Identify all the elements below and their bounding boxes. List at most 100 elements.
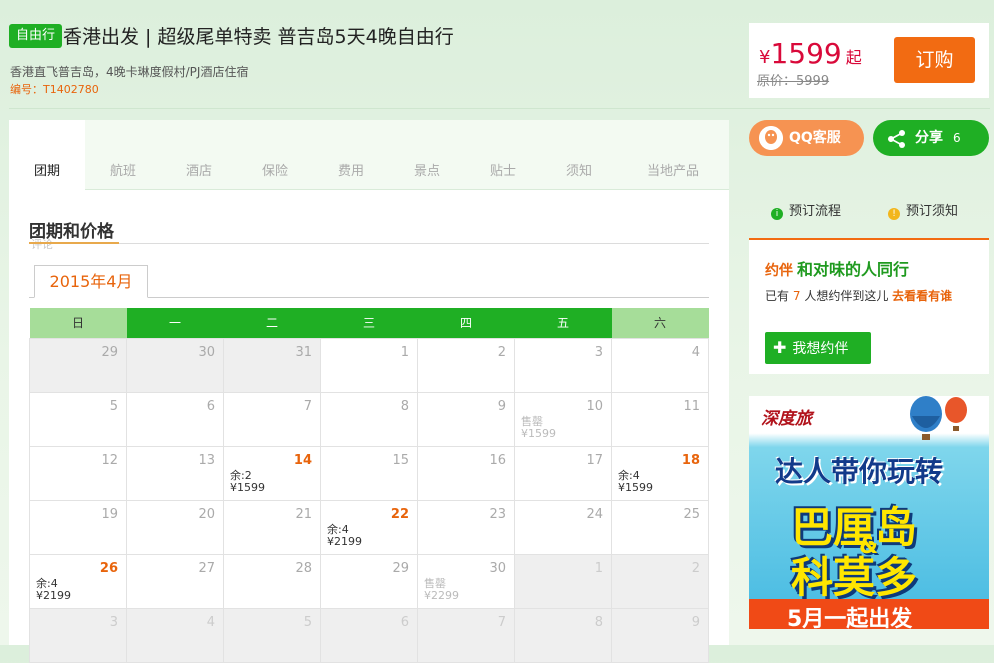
day-number: 1 bbox=[594, 560, 603, 576]
ad-logo: 深度旅 bbox=[761, 409, 812, 429]
price-box: ¥1599 起 原价：5999 订购 bbox=[749, 23, 989, 98]
tab-2[interactable]: 酒店 bbox=[161, 120, 237, 190]
calendar-day: 9 bbox=[611, 607, 709, 663]
calendar-day: 5 bbox=[223, 607, 321, 663]
day-number: 26 bbox=[99, 560, 118, 576]
book-button[interactable]: 订购 bbox=[894, 37, 975, 83]
day-number: 22 bbox=[390, 506, 409, 522]
companion-title: 约伴 和对味的人同行 bbox=[765, 256, 909, 280]
calendar-week: 5 6 7 8 9 10 售罄 ¥1599 11 bbox=[29, 391, 709, 447]
price-value: 1599 bbox=[770, 37, 842, 70]
day-number: 10 bbox=[586, 398, 603, 414]
day-number: 5 bbox=[109, 398, 118, 414]
day-number: 9 bbox=[691, 614, 700, 630]
day-price: ¥2299 bbox=[424, 588, 459, 602]
hot-air-balloon-icon bbox=[910, 396, 967, 440]
calendar-day: 8 bbox=[514, 607, 612, 663]
ad-bottom-bar: 5月一起出发 bbox=[749, 599, 989, 629]
product-title: 香港出发 | 超级尾单特卖 普吉岛5天4晚自由行 bbox=[63, 26, 454, 48]
day-number: 31 bbox=[295, 344, 312, 360]
calendar-day: 27 bbox=[126, 553, 224, 609]
tab-0[interactable]: 团期 bbox=[9, 120, 85, 191]
day-number: 23 bbox=[489, 506, 506, 522]
price-suffix: 起 bbox=[845, 48, 862, 67]
main-panel: 团期 航班 酒店 保险 费用 景点 贴士 须知 当地产品 团期和价格 评论 2015年4月 日一… bbox=[9, 120, 729, 663]
calendar-day: 17 bbox=[514, 445, 612, 501]
day-number: 2 bbox=[497, 344, 506, 360]
day-number: 29 bbox=[392, 560, 409, 576]
warning-icon: ! bbox=[888, 208, 900, 220]
calendar-day[interactable]: 18 余:4 ¥1599 bbox=[611, 445, 709, 501]
original-price: 原价：5999 bbox=[757, 74, 830, 89]
share-count: 6 bbox=[953, 131, 961, 145]
calendar-day[interactable]: 22 余:4 ¥2199 bbox=[320, 499, 418, 555]
promo-banner[interactable]: 深度旅 达人带你玩转 巴厘岛 & 科莫多 5月一起出发 bbox=[749, 396, 989, 629]
tab-5[interactable]: 景点 bbox=[389, 120, 465, 190]
weekday-header: 四 bbox=[417, 308, 515, 338]
want-companion-label: 我想约伴 bbox=[792, 341, 849, 357]
share-label: 分享 bbox=[915, 130, 943, 146]
section-divider bbox=[29, 243, 709, 244]
day-number: 24 bbox=[586, 506, 603, 522]
day-number: 4 bbox=[691, 344, 700, 360]
weekday-header: 一 bbox=[126, 308, 224, 338]
day-number: 5 bbox=[303, 614, 312, 630]
calendar-day: 6 bbox=[126, 391, 224, 447]
companion-text: 已有 7 人想约伴到这儿 去看看有谁 bbox=[765, 286, 977, 306]
calendar-day: 8 bbox=[320, 391, 418, 447]
tab-8[interactable]: 当地产品 bbox=[617, 120, 729, 190]
qq-service-label: QQ客服 bbox=[789, 130, 841, 146]
calendar-day: 1 bbox=[320, 337, 418, 393]
calendar-day: 7 bbox=[417, 607, 515, 663]
calendar-day: 24 bbox=[514, 499, 612, 555]
calendar-day: 1 bbox=[514, 553, 612, 609]
price-display: ¥1599 起 bbox=[759, 37, 862, 70]
contact-buttons: QQ客服 分享 6 bbox=[749, 120, 990, 158]
plus-icon: ✚ bbox=[773, 338, 787, 357]
booking-flow-link[interactable]: i 预订流程 bbox=[771, 200, 841, 220]
qq-icon bbox=[759, 126, 783, 150]
day-number: 21 bbox=[295, 506, 312, 522]
day-number: 7 bbox=[497, 614, 506, 630]
day-number: 11 bbox=[683, 398, 700, 414]
product-code: 编号：T1402780 bbox=[10, 81, 99, 97]
calendar-day: 29 bbox=[29, 337, 127, 393]
weekday-header: 三 bbox=[320, 308, 418, 338]
qq-service-button[interactable]: QQ客服 bbox=[749, 120, 864, 156]
booking-notice-label: 预订须知 bbox=[906, 204, 959, 219]
price-currency: ¥ bbox=[759, 47, 771, 68]
day-number: 7 bbox=[303, 398, 312, 414]
day-number: 30 bbox=[489, 560, 506, 576]
tab-7[interactable]: 须知 bbox=[541, 120, 617, 190]
booking-notice-link[interactable]: ! 预订须知 bbox=[888, 200, 958, 220]
calendar-day: 4 bbox=[126, 607, 224, 663]
calendar-day: 19 bbox=[29, 499, 127, 555]
day-price: ¥1599 bbox=[521, 426, 556, 440]
calendar-week: 29 30 31 1 2 3 4 bbox=[29, 337, 709, 393]
calendar-day[interactable]: 14 余:2 ¥1599 bbox=[223, 445, 321, 501]
calendar-week: 3 4 5 6 7 8 9 bbox=[29, 607, 709, 663]
calendar-day: 7 bbox=[223, 391, 321, 447]
month-tab[interactable]: 2015年4月 bbox=[34, 265, 148, 298]
tab-3[interactable]: 保险 bbox=[237, 120, 313, 190]
want-companion-button[interactable]: ✚ 我想约伴 bbox=[765, 332, 871, 364]
calendar-day: 30 bbox=[126, 337, 224, 393]
day-number: 19 bbox=[101, 506, 118, 522]
tab-6[interactable]: 贴士 bbox=[465, 120, 541, 190]
calendar-day[interactable]: 26 余:4 ¥2199 bbox=[29, 553, 127, 609]
calendar-day: 21 bbox=[223, 499, 321, 555]
tab-4[interactable]: 费用 bbox=[313, 120, 389, 190]
companion-text-a: 已有 bbox=[765, 289, 790, 303]
day-number: 28 bbox=[295, 560, 312, 576]
day-number: 6 bbox=[400, 614, 409, 630]
tab-1[interactable]: 航班 bbox=[85, 120, 161, 190]
booking-info-links: i 预订流程 ! 预订须知 bbox=[749, 190, 990, 228]
day-number: 18 bbox=[681, 452, 700, 468]
companion-see-link[interactable]: 去看看有谁 bbox=[892, 289, 952, 303]
ad-destination-2: 科莫多 bbox=[791, 553, 918, 602]
day-number: 15 bbox=[392, 452, 409, 468]
day-price: ¥1599 bbox=[230, 480, 265, 494]
day-number: 30 bbox=[198, 344, 215, 360]
product-subtitle: 香港直飞普吉岛，4晚卡琳度假村/PJ酒店住宿 bbox=[10, 65, 249, 79]
share-button[interactable]: 分享 6 bbox=[873, 120, 989, 156]
